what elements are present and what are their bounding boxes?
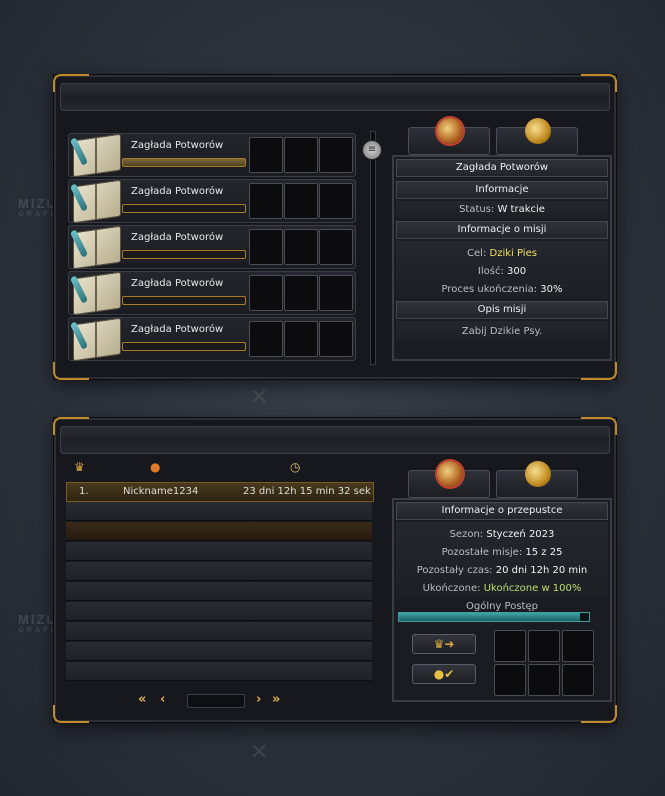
missions-left-line: Pozostałe misje: 15 z 25	[441, 547, 563, 558]
clock-icon: ◷	[290, 460, 301, 474]
ranking-row[interactable]	[66, 662, 372, 681]
reward-slot[interactable]	[319, 321, 353, 357]
mission-item[interactable]: Zagłada Potworów	[68, 317, 356, 362]
reward-slot[interactable]	[528, 664, 560, 696]
mission-info-header: Informacje o misji	[396, 221, 608, 239]
pass-tab[interactable]	[496, 118, 578, 155]
crown-medal-icon	[525, 118, 551, 144]
ranking-row[interactable]	[66, 582, 372, 601]
emblem-icon	[437, 118, 463, 144]
crown-arrow-icon: ♛➜	[433, 637, 455, 651]
info-header: Informacje	[396, 181, 608, 199]
mission-progress-bar	[122, 204, 246, 213]
mission-name: Zagłada Potworów	[131, 278, 224, 289]
missions-tab[interactable]	[408, 461, 490, 498]
mission-progress-bar	[122, 296, 246, 305]
reward-slot[interactable]	[284, 183, 318, 219]
next-page-button[interactable]: ›	[256, 692, 261, 707]
time-left-line: Pozostały czas: 20 dni 12h 20 min	[416, 565, 588, 576]
last-page-button[interactable]: »	[272, 692, 280, 707]
reward-slot[interactable]	[249, 321, 283, 357]
title-bar[interactable]	[60, 83, 610, 111]
crown-medal-icon	[525, 461, 551, 487]
reward-slot[interactable]	[319, 137, 353, 173]
reward-slot[interactable]	[528, 630, 560, 662]
ranking-row[interactable]	[66, 602, 372, 621]
pass-tab[interactable]	[496, 461, 578, 498]
ranking-row[interactable]	[66, 642, 372, 661]
mission-item[interactable]: Zagłada Potworów	[68, 225, 356, 270]
mission-name: Zagłada Potworów	[131, 186, 224, 197]
ranking-row[interactable]	[66, 502, 372, 521]
target-line: Cel: Dziki Pies	[467, 248, 537, 259]
mission-item[interactable]: Zagłada Potworów	[68, 179, 356, 224]
mission-item[interactable]: Zagłada Potworów	[68, 271, 356, 316]
pass-info-header: Informacje o przepustce	[396, 502, 608, 520]
mission-name: Zagłada Potworów	[131, 140, 224, 151]
scrollbar[interactable]	[370, 131, 376, 365]
page-indicator	[187, 694, 245, 708]
description-header: Opis misji	[396, 301, 608, 319]
reward-slot[interactable]	[249, 183, 283, 219]
mission-detail-panel: Zagłada Potworów Informacje Status: W tr…	[392, 155, 612, 361]
missions-tab[interactable]	[408, 118, 490, 155]
completed-line: Ukończone: Ukończone w 100%	[422, 583, 582, 594]
amount-line: Ilość: 300	[477, 266, 527, 277]
mission-description: Zabij Dzikie Psy.	[461, 326, 543, 337]
mission-item[interactable]: Zagłada Potworów	[68, 133, 356, 178]
ranking-row[interactable]	[66, 622, 372, 641]
ranking-button[interactable]: ♛➜	[412, 634, 476, 654]
reward-slot[interactable]	[284, 275, 318, 311]
reward-slot[interactable]	[249, 137, 283, 173]
reward-slot[interactable]	[319, 229, 353, 265]
watermark-cross: ✕	[250, 385, 269, 410]
missions-window: Zagłada Potworów Zagłada Potworów Zagład…	[53, 74, 617, 380]
ranking-row[interactable]: 1. Nickname1234 23 dni 12h 15 min 32 sek	[66, 482, 374, 502]
scrollbar-handle[interactable]: ≡	[362, 140, 382, 160]
prev-page-button[interactable]: ‹	[160, 692, 165, 707]
reward-slot[interactable]	[249, 275, 283, 311]
ranking-row[interactable]	[66, 542, 372, 561]
ranking-row[interactable]	[66, 522, 372, 541]
reward-slot[interactable]	[319, 275, 353, 311]
reward-slot[interactable]	[249, 229, 283, 265]
season-line: Sezon: Styczeń 2023	[449, 529, 555, 540]
overall-progress-bar	[398, 612, 590, 622]
reward-slot[interactable]	[284, 229, 318, 265]
reward-slot[interactable]	[494, 664, 526, 696]
completion-line: Proces ukończenia: 30%	[441, 284, 563, 295]
book-icon	[69, 317, 121, 362]
crown-icon: ♛	[74, 460, 85, 474]
mission-title: Zagłada Potworów	[396, 159, 608, 177]
mission-name: Zagłada Potworów	[131, 324, 224, 335]
mission-progress-bar	[122, 250, 246, 259]
pass-window: ♛ ● ◷ 1. Nickname1234 23 dni 12h 15 min …	[53, 417, 617, 723]
ranking-row[interactable]	[66, 562, 372, 581]
reward-slot[interactable]	[562, 664, 594, 696]
coin-check-icon: ●✔	[433, 667, 455, 681]
emblem-icon	[437, 461, 463, 487]
reward-slot[interactable]	[494, 630, 526, 662]
book-icon	[69, 225, 121, 270]
mission-progress-bar	[122, 342, 246, 351]
mission-name: Zagłada Potworów	[131, 232, 224, 243]
watermark-cross: ✕	[250, 740, 269, 765]
status-line: Status: W trakcie	[459, 204, 545, 215]
reward-slot[interactable]	[319, 183, 353, 219]
first-page-button[interactable]: «	[138, 692, 146, 707]
reward-slot[interactable]	[562, 630, 594, 662]
book-icon	[69, 133, 121, 178]
mission-progress-bar	[122, 158, 246, 167]
book-icon	[69, 179, 121, 224]
reward-slot[interactable]	[284, 137, 318, 173]
reward-slot[interactable]	[284, 321, 318, 357]
claim-reward-button[interactable]: ●✔	[412, 664, 476, 684]
title-bar[interactable]	[60, 426, 610, 454]
book-icon	[69, 271, 121, 316]
player-icon: ●	[150, 460, 161, 474]
